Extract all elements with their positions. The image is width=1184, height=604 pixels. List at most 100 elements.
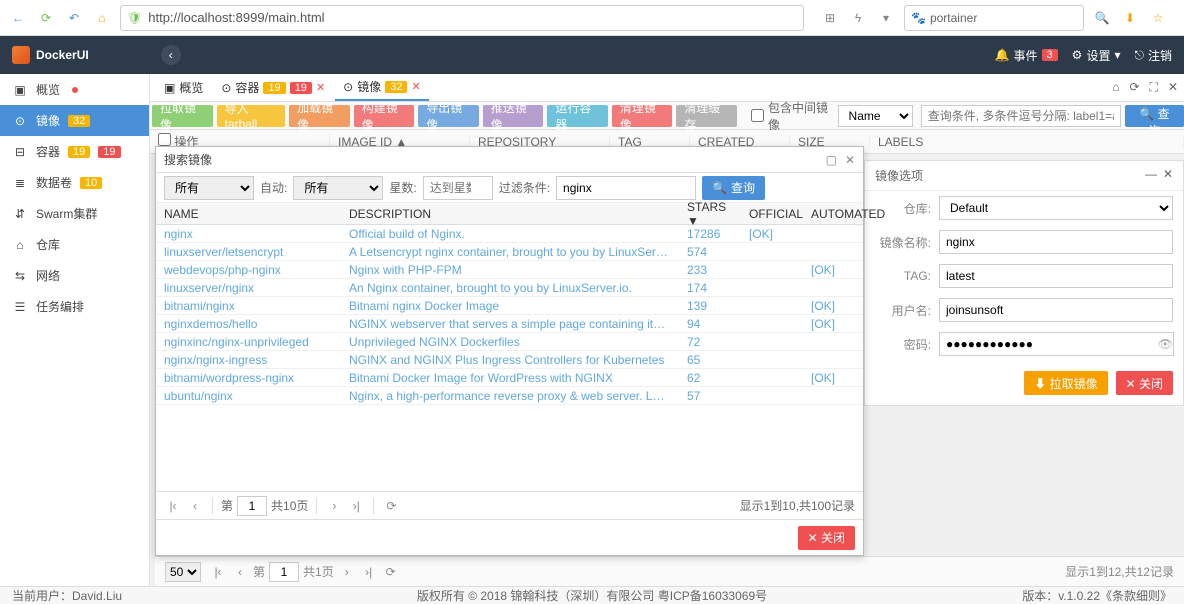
home-icon[interactable]: ⌂: [1112, 80, 1119, 95]
url-input[interactable]: [148, 10, 797, 25]
table-row[interactable]: webdevops/php-nginxNginx with PHP-FPM233…: [156, 261, 863, 279]
table-row[interactable]: nginx/nginx-ingressNGINX and NGINX Plus …: [156, 351, 863, 369]
collapse-icon[interactable]: ‹: [161, 45, 181, 65]
tag-input[interactable]: [939, 264, 1173, 288]
app-logo: DockerUI: [12, 46, 89, 64]
name-select[interactable]: Name: [838, 105, 913, 127]
page-input[interactable]: [237, 496, 267, 516]
close-all-icon[interactable]: ✕: [1168, 80, 1178, 95]
close-icon[interactable]: ✕: [845, 153, 855, 167]
refresh-icon[interactable]: ⟳: [1129, 80, 1139, 95]
sidebar-item-overview[interactable]: ▣概览: [0, 74, 149, 105]
first-page-icon[interactable]: |‹: [209, 563, 227, 581]
next-page-icon[interactable]: ›: [338, 563, 356, 581]
table-row[interactable]: nginxinc/nginx-unprivilegedUnprivileged …: [156, 333, 863, 351]
exit-icon: ⎋: [1134, 48, 1144, 63]
table-row[interactable]: bitnami/wordpress-nginxBitnami Docker Im…: [156, 369, 863, 387]
auto-select[interactable]: 所有: [293, 176, 383, 200]
lightning-icon[interactable]: ϟ: [848, 8, 868, 28]
back-icon[interactable]: ←: [8, 8, 28, 28]
close-modal-button[interactable]: ✕ 关闭: [798, 526, 855, 550]
password-input[interactable]: [939, 332, 1174, 356]
query-button[interactable]: 🔍 查询: [1125, 105, 1184, 127]
close-panel-button[interactable]: ✕ 关闭: [1116, 371, 1173, 395]
chevron-down-icon[interactable]: ▾: [876, 8, 896, 28]
sidebar-item-tasks[interactable]: ☰任务编排: [0, 291, 149, 322]
stars-input[interactable]: [423, 176, 493, 200]
sidebar-item-network[interactable]: ⇆网络: [0, 260, 149, 291]
star-icon[interactable]: ☆: [1148, 8, 1168, 28]
address-bar[interactable]: 🛡: [120, 5, 804, 31]
table-row[interactable]: ubuntu/nginxNginx, a high-performance re…: [156, 387, 863, 405]
copyright: 版权所有 © 2018 锦翰科技（深圳）有限公司 粤ICP备16033069号: [417, 587, 767, 604]
download-icon[interactable]: ⬇: [1120, 8, 1140, 28]
prev-page-icon[interactable]: ‹: [186, 497, 204, 515]
table-row[interactable]: bitnami/nginxBitnami nginx Docker Image1…: [156, 297, 863, 315]
search-input[interactable]: [921, 105, 1121, 127]
sidebar: ▣概览 ⊙镜像32 ⊟容器1919 ≣数据卷10 ⇵Swarm集群 ⌂仓库 ⇆网…: [0, 74, 150, 586]
footer: 当前用户：David.Liu 版权所有 © 2018 锦翰科技（深圳）有限公司 …: [0, 586, 1184, 604]
bell-icon: 🔔: [995, 48, 1010, 62]
refresh-icon[interactable]: ⟳: [382, 497, 400, 515]
collapse-icon[interactable]: ―: [1145, 167, 1157, 184]
panel-title: 镜像选项: [875, 167, 923, 184]
page-input[interactable]: [269, 562, 299, 582]
tab-images[interactable]: ⊙镜像32✕: [335, 74, 429, 101]
refresh-icon[interactable]: ⟳: [382, 563, 400, 581]
user-input[interactable]: [939, 298, 1173, 322]
clean-cache-button[interactable]: 清理缓存: [676, 105, 737, 127]
tab-containers[interactable]: ⊙容器1919✕: [213, 75, 333, 100]
import-button[interactable]: 导入tarball: [217, 105, 286, 127]
pull-image-button[interactable]: ⬇ 拉取镜像: [1024, 371, 1107, 395]
push-button[interactable]: 推送镜像: [483, 105, 544, 127]
page-size-select[interactable]: 50: [165, 562, 201, 582]
load-button[interactable]: 加载镜像: [289, 105, 350, 127]
close-icon[interactable]: ✕: [1163, 167, 1173, 184]
expand-icon[interactable]: ⛶: [1150, 80, 1158, 95]
run-button[interactable]: 运行容器: [547, 105, 608, 127]
browser-search[interactable]: 🐾 portainer: [904, 5, 1084, 31]
build-button[interactable]: 构建镜像: [354, 105, 415, 127]
grid-icon[interactable]: ⊞: [820, 8, 840, 28]
undo-icon[interactable]: ↶: [64, 8, 84, 28]
eye-icon[interactable]: 👁: [1158, 337, 1173, 351]
pager-display: 显示1到10,共100记录: [740, 497, 855, 514]
last-page-icon[interactable]: ›|: [360, 563, 378, 581]
table-row[interactable]: linuxserver/letsencryptA Letsencrypt ngi…: [156, 243, 863, 261]
include-middle-check[interactable]: 包含中间镜像: [751, 99, 834, 133]
pull-button[interactable]: 拉取镜像: [152, 105, 213, 127]
scope-select[interactable]: 所有: [164, 176, 254, 200]
table-row[interactable]: linuxserver/nginxAn Nginx container, bro…: [156, 279, 863, 297]
next-page-icon[interactable]: ›: [325, 497, 343, 515]
table-row[interactable]: nginxdemos/helloNGINX webserver that ser…: [156, 315, 863, 333]
logo-icon: [12, 46, 30, 64]
sidebar-item-containers[interactable]: ⊟容器1919: [0, 136, 149, 167]
dot-icon: [72, 87, 78, 93]
refresh-icon[interactable]: ⟳: [36, 8, 56, 28]
clean-image-button[interactable]: 清理镜像: [612, 105, 673, 127]
sidebar-item-swarm[interactable]: ⇵Swarm集群: [0, 198, 149, 229]
image-name-input[interactable]: [939, 230, 1173, 254]
sidebar-item-registry[interactable]: ⌂仓库: [0, 229, 149, 260]
pager: |‹ ‹ 第 共10页 › ›| ⟳ 显示1到10,共100记录: [156, 491, 863, 519]
first-page-icon[interactable]: |‹: [164, 497, 182, 515]
sidebar-item-volumes[interactable]: ≣数据卷10: [0, 167, 149, 198]
sidebar-item-images[interactable]: ⊙镜像32: [0, 105, 149, 136]
close-icon[interactable]: ✕: [411, 80, 420, 93]
events-button[interactable]: 🔔事件3: [995, 47, 1058, 64]
filter-input[interactable]: [556, 176, 696, 200]
select-all[interactable]: [158, 133, 171, 146]
repo-select[interactable]: Default: [939, 196, 1173, 220]
maximize-icon[interactable]: ▢: [826, 153, 837, 167]
table-row[interactable]: nginxOfficial build of Nginx.17286[OK]: [156, 225, 863, 243]
settings-button[interactable]: ⚙设置▾: [1072, 47, 1121, 64]
tab-overview[interactable]: ▣概览: [156, 75, 211, 100]
prev-page-icon[interactable]: ‹: [231, 563, 249, 581]
export-button[interactable]: 导出镜像: [418, 105, 479, 127]
home-icon[interactable]: ⌂: [92, 8, 112, 28]
search-icon[interactable]: 🔍: [1092, 8, 1112, 28]
logout-button[interactable]: ⎋注销: [1134, 47, 1172, 64]
last-page-icon[interactable]: ›|: [347, 497, 365, 515]
query-button[interactable]: 🔍 查询: [702, 176, 765, 200]
close-icon[interactable]: ✕: [316, 81, 325, 94]
